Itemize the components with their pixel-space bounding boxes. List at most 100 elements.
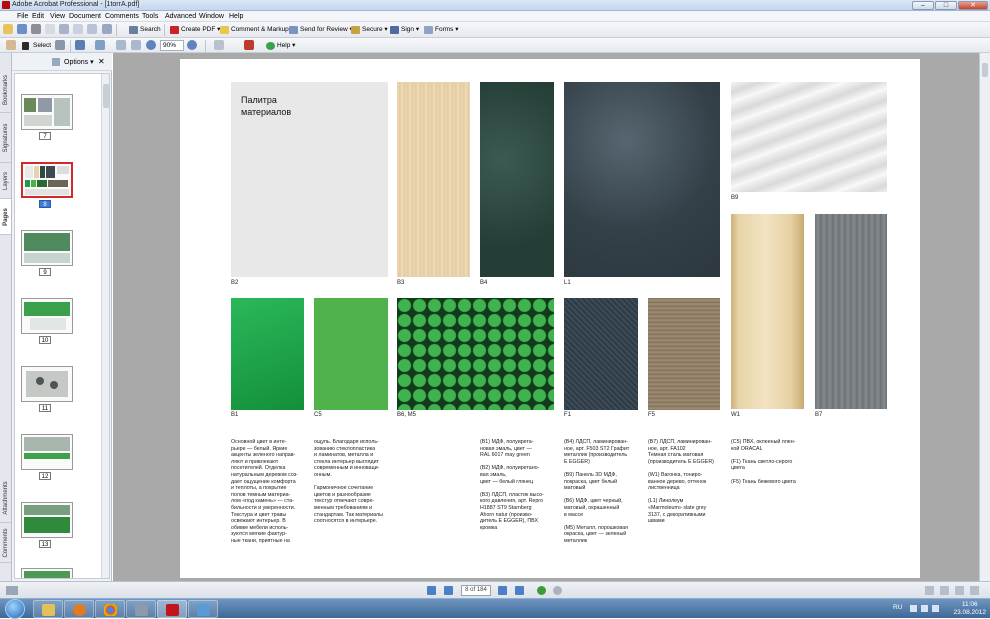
continuous-facing-icon[interactable]: [970, 586, 979, 595]
tab-attachments[interactable]: Attachments: [0, 473, 11, 523]
organizer-icon[interactable]: [59, 24, 69, 34]
previous-page-button[interactable]: [444, 586, 453, 595]
zoom-out-icon[interactable]: [146, 40, 156, 50]
swatch-b2: Палитра материалов: [231, 82, 388, 277]
send-review-icon: [289, 26, 298, 34]
help-button[interactable]: Help ▾: [266, 40, 295, 52]
pages-panel: Options ▾ ✕ 7 8 9 10 11 12 13: [12, 53, 112, 581]
pages-icon[interactable]: [73, 24, 83, 34]
taskbar-paint[interactable]: [188, 600, 218, 618]
page-thumbnail[interactable]: [21, 298, 73, 334]
code-c5: C5: [314, 412, 322, 418]
actual-size-icon[interactable]: [116, 40, 126, 50]
page-thumbnail[interactable]: [21, 366, 73, 402]
page-thumbnail[interactable]: [21, 230, 73, 266]
taskbar-media-player[interactable]: [64, 600, 94, 618]
menu-view[interactable]: View: [50, 13, 65, 20]
zoom-select[interactable]: 90%: [160, 40, 184, 51]
taskbar-clock[interactable]: 11:06 23.08.2012: [953, 601, 986, 617]
page-number-field[interactable]: 8 of 184: [461, 585, 491, 596]
zoom-tool-icon[interactable]: [95, 40, 105, 50]
first-page-button[interactable]: [427, 586, 436, 595]
menu-tools[interactable]: Tools: [142, 13, 158, 20]
paste-icon[interactable]: [102, 24, 112, 34]
panel-close-button[interactable]: ✕: [98, 57, 105, 66]
fit-page-icon[interactable]: [131, 40, 141, 50]
send-review-button[interactable]: Send for Review ▾: [289, 24, 353, 36]
facing-icon[interactable]: [955, 586, 964, 595]
page-thumbnail[interactable]: [21, 502, 73, 538]
taskbar-chrome[interactable]: [95, 600, 125, 618]
volume-icon[interactable]: [932, 605, 939, 612]
yahoo-toolbar-icon[interactable]: [244, 40, 254, 50]
options-button[interactable]: Options ▾: [64, 58, 94, 66]
forms-button[interactable]: Forms ▾: [424, 24, 459, 36]
last-page-button[interactable]: [515, 586, 524, 595]
rotate-view-icon[interactable]: [214, 40, 224, 50]
create-pdf-button[interactable]: Create PDF ▾: [170, 24, 220, 36]
menu-bar: File Edit View Document Comments Tools A…: [0, 11, 990, 22]
taskbar-app[interactable]: [126, 600, 156, 618]
page-thumbnail[interactable]: [21, 94, 73, 130]
attach-icon[interactable]: [87, 24, 97, 34]
menu-help[interactable]: Help: [229, 13, 243, 20]
page-thumbnail[interactable]: [21, 568, 73, 578]
menu-comments[interactable]: Comments: [105, 13, 139, 20]
thumbnail-scrollbar[interactable]: [101, 74, 109, 578]
code-b3: B3: [397, 280, 405, 286]
hand-tool-icon[interactable]: [6, 40, 16, 50]
tab-pages[interactable]: Pages: [0, 199, 11, 235]
swatch-w1-lining: [731, 214, 804, 409]
tab-layers[interactable]: Layers: [0, 163, 11, 199]
page-thumbnail-selected[interactable]: [21, 162, 73, 198]
menu-document[interactable]: Document: [69, 13, 101, 20]
sign-button[interactable]: Sign ▾: [390, 24, 419, 36]
maximize-button[interactable]: □: [935, 1, 957, 10]
page-thumbnail[interactable]: [21, 434, 73, 470]
code-f1: F1: [564, 412, 572, 418]
page-heading: Палитра материалов: [241, 95, 292, 117]
search-button[interactable]: Search: [129, 24, 161, 36]
tab-bookmarks[interactable]: Bookmarks: [0, 67, 11, 113]
swatch-f5-fabric: [648, 298, 720, 410]
zoom-in-icon[interactable]: [75, 40, 85, 50]
select-tool-button[interactable]: Select: [22, 40, 51, 52]
comment-icon: [220, 26, 229, 34]
save-icon[interactable]: [17, 24, 27, 34]
language-indicator[interactable]: RU: [893, 604, 902, 611]
comment-markup-button[interactable]: Comment & Markup ▾: [220, 24, 294, 36]
taskbar-explorer[interactable]: [33, 600, 63, 618]
close-button[interactable]: ✕: [958, 1, 988, 10]
menu-file[interactable]: File: [17, 13, 28, 20]
next-page-button[interactable]: [498, 586, 507, 595]
continuous-icon[interactable]: [940, 586, 949, 595]
start-button[interactable]: [5, 599, 25, 619]
menu-edit[interactable]: Edit: [32, 13, 44, 20]
code-b1: B1: [231, 412, 239, 418]
minimize-button[interactable]: –: [912, 1, 934, 10]
secure-button[interactable]: Secure ▾: [351, 24, 388, 36]
go-back-button[interactable]: [537, 586, 546, 595]
print-icon[interactable]: [31, 24, 41, 34]
snapshot-icon[interactable]: [55, 40, 65, 50]
navigation-tabs: Bookmarks Signatures Layers Pages Attach…: [0, 53, 12, 581]
tab-comments[interactable]: Comments: [0, 523, 11, 563]
go-forward-button[interactable]: [553, 586, 562, 595]
network-icon[interactable]: [921, 605, 928, 612]
open-folder-icon[interactable]: [3, 24, 13, 34]
taskbar-acrobat[interactable]: [157, 600, 187, 618]
media-player-icon: [73, 604, 86, 616]
page-number-label: 12: [39, 472, 51, 480]
menu-advanced[interactable]: Advanced: [165, 13, 196, 20]
document-scrollbar[interactable]: [979, 53, 990, 581]
zoom-in-button-icon[interactable]: [187, 40, 197, 50]
swatch-b7-steel: [815, 214, 887, 409]
help-icon: [266, 42, 275, 50]
tray-icon[interactable]: [910, 605, 917, 612]
tab-signatures[interactable]: Signatures: [0, 113, 11, 163]
page-number-label: 9: [39, 268, 51, 276]
code-f5: F5: [648, 412, 656, 418]
single-page-icon[interactable]: [925, 586, 934, 595]
email-icon[interactable]: [45, 24, 55, 34]
menu-window[interactable]: Window: [199, 13, 224, 20]
